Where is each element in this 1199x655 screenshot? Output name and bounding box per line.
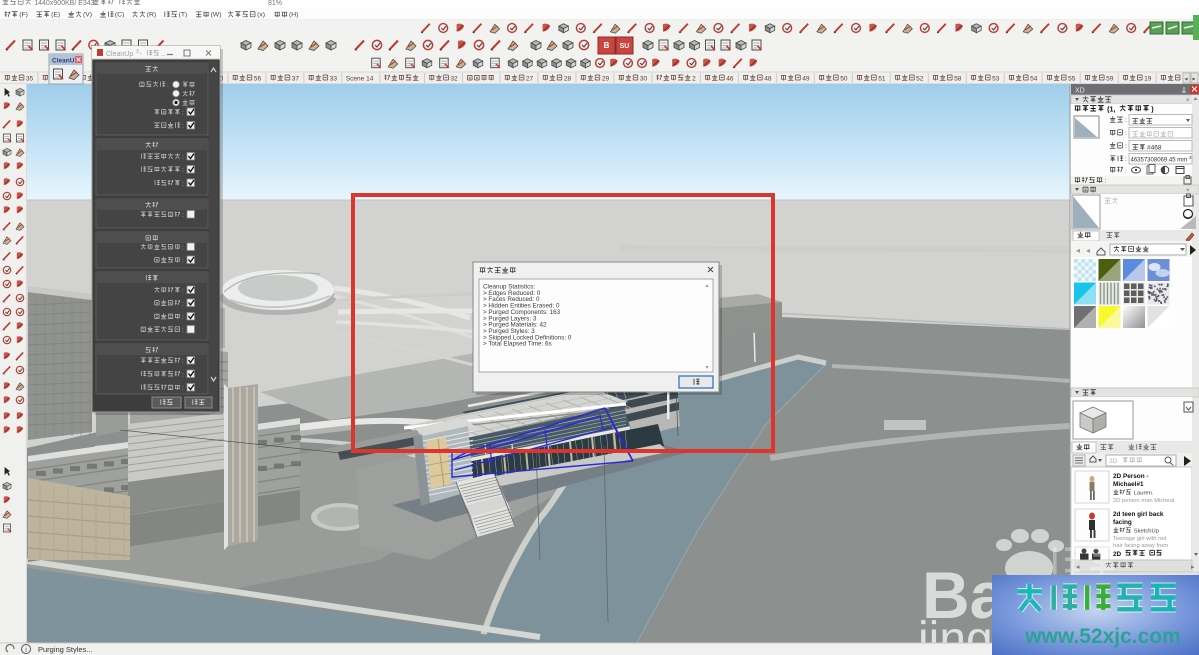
svg-text:(H): (H) [289,12,298,19]
svg-text::: : [182,385,184,392]
svg-text:2D Person -: 2D Person - [1113,473,1149,480]
svg-text:50: 50 [840,76,848,83]
svg-text:SU: SU [620,43,630,50]
svg-text::: : [167,82,169,89]
svg-text:(C): (C) [115,12,124,19]
svg-text:52: 52 [916,76,924,83]
svg-text::: : [182,154,184,161]
svg-text:▴: ▴ [705,283,708,289]
svg-text:81%: 81% [268,0,282,7]
svg-text:▸: ▸ [1191,564,1195,571]
svg-text:(V): (V) [83,12,92,19]
svg-text:58: 58 [954,76,962,83]
svg-text:Purging Styles...: Purging Styles... [38,645,93,654]
svg-text:(W): (W) [211,12,222,19]
svg-text:59: 59 [1106,76,1114,83]
svg-text::: : [182,301,184,308]
svg-text:(E): (E) [51,12,60,19]
svg-text::: : [1104,178,1106,185]
svg-text:◂: ◂ [1185,77,1188,83]
svg-text:2D person man Micheal: 2D person man Micheal [1113,498,1174,504]
svg-text:Scene 14: Scene 14 [346,76,374,83]
svg-text::: : [182,372,184,379]
svg-text::: : [182,314,184,321]
svg-text:56: 56 [254,76,262,83]
svg-text:(x): (x) [257,12,265,19]
svg-text:(T): (T) [179,12,188,19]
svg-text::: : [182,245,184,252]
svg-text::: : [1125,117,1127,124]
svg-text:(F): (F) [19,12,28,19]
svg-text::: : [182,110,184,117]
svg-text:32: 32 [450,76,458,83]
svg-text:B: B [604,41,610,50]
svg-text::: : [182,167,184,174]
svg-text:1440x900KB/ E343: 1440x900KB/ E343 [34,0,94,7]
svg-text::: : [182,181,184,188]
svg-text:(R): (R) [147,12,156,19]
svg-text:Teenage girl with red: Teenage girl with red [1113,536,1167,542]
svg-text:53: 53 [992,76,1000,83]
svg-text:(1,: (1, [1107,105,1115,114]
svg-text:46: 46 [726,76,734,83]
svg-text:48: 48 [764,76,772,83]
svg-text:hair facing away from: hair facing away from [1113,543,1168,549]
svg-text:27: 27 [526,76,534,83]
svg-text:Michael#1: Michael#1 [1113,481,1144,488]
svg-text:> Total Elapsed Time: 6s: > Total Elapsed Time: 6s [483,341,552,348]
svg-text::: : [1125,143,1127,150]
svg-text:▾: ▾ [705,365,708,371]
svg-text:51: 51 [878,76,886,83]
svg-text::: : [182,327,184,334]
svg-text:2d teen girl back: 2d teen girl back [1113,511,1164,518]
svg-text:▸: ▸ [1193,77,1196,83]
svg-text:46357308069.45 mm: 46357308069.45 mm [1131,158,1188,164]
svg-text:35: 35 [26,76,34,83]
svg-text:2: 2 [692,76,696,83]
svg-text:×: × [1186,98,1190,104]
svg-text::: : [182,258,184,265]
svg-text:...: ... [161,51,167,58]
svg-text:◂: ◂ [1076,246,1080,255]
svg-text:54: 54 [1030,76,1038,83]
svg-text:30: 30 [640,76,648,83]
svg-text:www.52xjc.com: www.52xjc.com [1024,625,1181,648]
svg-text::: : [182,123,184,130]
svg-text:28: 28 [564,76,572,83]
svg-text:facing: facing [1113,519,1132,526]
svg-text:Lauren.: Lauren. [1134,491,1154,497]
svg-text:3D: 3D [1109,458,1118,465]
svg-text:2D: 2D [1113,551,1122,558]
svg-text:XD: XD [1075,88,1085,95]
svg-text:49: 49 [802,76,810,83]
svg-text::: : [182,358,184,365]
svg-text::: : [1125,168,1127,175]
svg-text:#468: #468 [1147,145,1162,152]
svg-text:37: 37 [292,76,300,83]
svg-text:19: 19 [1144,76,1152,83]
svg-text::: : [182,212,184,219]
svg-text:◂: ◂ [1086,246,1090,255]
svg-text:55: 55 [1068,76,1076,83]
svg-text:CleanUp: CleanUp [106,51,133,58]
svg-text:×: × [1186,188,1190,194]
svg-text:29: 29 [602,76,610,83]
svg-text:SketchUp: SketchUp [1134,529,1159,535]
svg-text::: : [1125,156,1127,163]
svg-text::: : [182,288,184,295]
svg-text::: : [1125,130,1127,137]
svg-text:33: 33 [330,76,338,83]
